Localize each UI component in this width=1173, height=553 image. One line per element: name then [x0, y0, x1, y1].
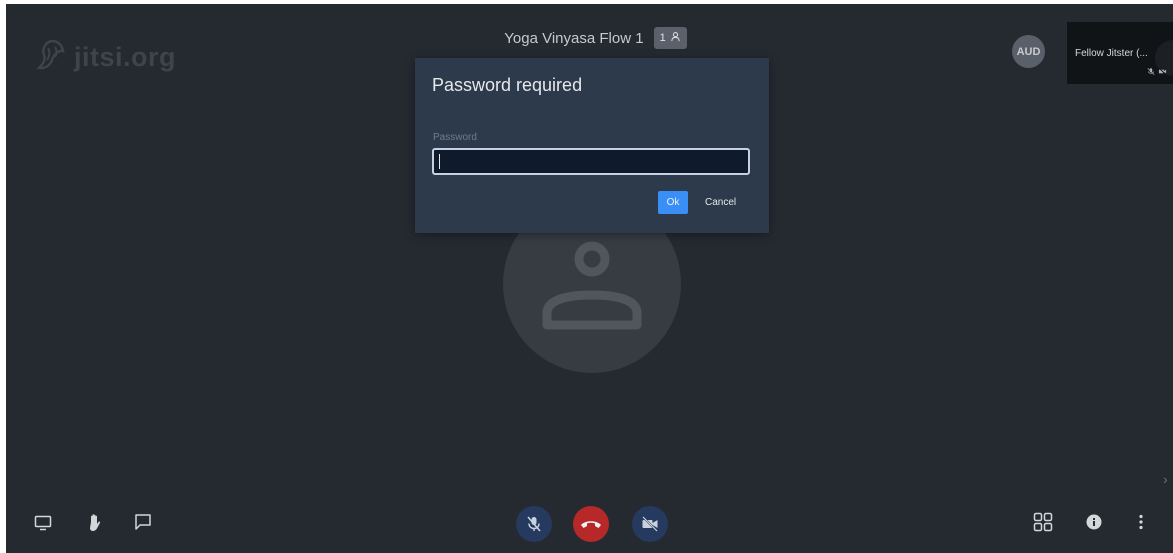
camera-button[interactable]: [632, 506, 668, 542]
info-button[interactable]: [1082, 510, 1106, 534]
screenshare-icon: [34, 515, 52, 531]
more-options-icon: [1139, 514, 1143, 530]
conference-name: Yoga Vinyasa Flow 1: [504, 29, 644, 47]
meeting-stage: jitsi.org Yoga Vinyasa Flow 1 1 AUD Fell…: [6, 4, 1173, 553]
hangup-icon: [581, 521, 601, 528]
participant-count-badge[interactable]: 1: [653, 27, 687, 49]
remote-participant-name: Fellow Jitster (...: [1075, 48, 1148, 59]
local-avatar[interactable]: AUD: [1012, 35, 1045, 68]
raise-hand-button[interactable]: [82, 509, 110, 537]
local-avatar-initials: AUD: [1016, 45, 1041, 58]
hangup-button[interactable]: [573, 506, 609, 542]
remote-participant-thumbnail[interactable]: Fellow Jitster (...: [1067, 22, 1173, 84]
mic-muted-icon: [1147, 67, 1155, 78]
tile-view-button[interactable]: [1030, 509, 1056, 535]
password-field-label: Password: [433, 132, 477, 143]
text-caret: [439, 154, 440, 169]
info-icon: [1086, 514, 1102, 530]
participant-count: 1: [659, 32, 666, 44]
participants-icon: [670, 31, 681, 45]
chat-icon: [135, 514, 151, 530]
mic-muted-icon: [527, 516, 541, 532]
thumbnail-status: [1147, 67, 1167, 78]
password-dialog: Password required Password Ok Cancel: [415, 58, 769, 233]
conference-header: Yoga Vinyasa Flow 1 1: [6, 27, 1173, 53]
tile-view-icon: [1033, 512, 1053, 532]
ok-button[interactable]: Ok: [658, 191, 688, 214]
chat-button[interactable]: [130, 509, 156, 535]
chevron-right-icon[interactable]: ›: [1163, 471, 1168, 487]
cancel-button[interactable]: Cancel: [699, 191, 742, 214]
more-options-button[interactable]: [1130, 510, 1152, 534]
screenshare-button[interactable]: [30, 510, 56, 536]
dialog-title: Password required: [432, 75, 583, 95]
video-off-icon: [642, 516, 658, 532]
password-input[interactable]: [432, 148, 750, 175]
microphone-button[interactable]: [516, 506, 552, 542]
video-off-icon: [1158, 67, 1167, 78]
raise-hand-icon: [90, 514, 101, 531]
